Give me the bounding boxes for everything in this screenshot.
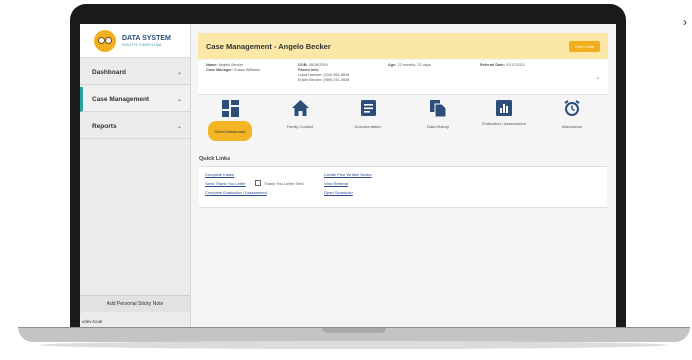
owl-logo-icon [94,29,116,52]
tile-label: Data History [426,124,449,129]
open-scheduler-link[interactable]: Open Scheduler [324,190,353,195]
sidebar-item-label: Dashboard [92,68,126,76]
thank-you-sent-checkbox[interactable]: Thank You Letter Sent [255,180,304,186]
case-manager-name: Susan Williams [234,68,261,72]
client-age-info: Age: 22 months, 21 days [388,63,431,68]
client-name-info: Name: Angelo Becker Case Manager: Susan … [206,63,260,73]
parent-2: Edwin Becker: (989) 231-9538 [298,78,350,82]
case-manager-label: Case Manager: [206,68,234,72]
dashboard-icon [200,98,260,118]
client-info-panel: Name: Angelo Becker Case Manager: Susan … [198,60,608,95]
page-title: Case Management - Angelo Becker [206,41,331,51]
app-screen: DATA SYSTEM SOUTH CAROLINA Dashboard ⌄ C… [80,24,616,330]
chevron-down-icon: ⌄ [176,123,182,130]
laptop-frame: DATA SYSTEM SOUTH CAROLINA Dashboard ⌄ C… [70,4,626,330]
sidebar-item-label: Reports [92,122,117,130]
name-label: Name: [206,63,218,67]
tile-attendance[interactable]: Attendance [542,98,602,129]
tile-label: Client Dashboard [208,121,252,141]
tile-evaluation-assessment[interactable]: Evaluation / Assessment [474,98,534,126]
sidebar-item-label: Case Management [92,95,150,103]
tile-data-history[interactable]: Data History [408,98,468,129]
dob-label: DOB: [298,63,308,67]
files-icon [408,98,468,118]
sidebar: DATA SYSTEM SOUTH CAROLINA Dashboard ⌄ C… [80,24,191,330]
tile-family-contact[interactable]: Family Contact [270,98,330,129]
sidebar-item-case-management[interactable]: Case Management ⌄ [80,87,190,112]
send-thank-you-link[interactable]: Send Thank You Letter [205,181,246,186]
age-value: 22 months, 21 days [397,63,431,67]
create-prior-written-notice-link[interactable]: Create Prior Written Notice [324,172,372,177]
chevron-down-icon[interactable]: ⌄ [595,74,600,81]
age-label: Age: [388,63,397,67]
navigation-tiles: Client Dashboard Family Contact Document… [198,98,608,158]
help-links-button[interactable]: Help Links [569,40,600,52]
logo[interactable]: DATA SYSTEM SOUTH CAROLINA [80,24,190,58]
client-dob-info: DOB: 05/18/2019 Parent Info: Luisa Hanso… [298,63,349,83]
add-sticky-note-button[interactable]: Add Personal Sticky Note [80,295,190,312]
bar-chart-icon [474,98,534,118]
logo-subtitle: SOUTH CAROLINA [122,41,162,47]
tile-client-dashboard[interactable]: Client Dashboard [200,98,260,141]
referral-info: Referral Date: 01/17/2021 [480,63,525,68]
view-referral-link[interactable]: View Referral [324,181,348,186]
referral-date-label: Referral Date: [480,63,505,67]
document-icon [338,98,398,118]
sidebar-item-dashboard[interactable]: Dashboard ⌄ [80,60,190,85]
tile-label: Attendance [561,124,583,129]
logo-title: DATA SYSTEM [122,34,171,42]
page-header: Case Management - Angelo Becker Help Lin… [198,33,608,59]
laptop-shadow [40,341,668,349]
environment-label: vdev-local [82,319,103,324]
tile-label: Family Contact [286,124,314,129]
parent-1: Luisa Hanson: (333) 960-8845 [298,73,350,77]
laptop-base [18,327,690,342]
dob-value: 05/18/2019 [308,63,328,67]
chevron-down-icon: ⌄ [176,69,182,76]
complete-intake-link[interactable]: Complete Intake [205,172,234,177]
alarm-clock-icon [542,98,602,118]
tile-documentation[interactable]: Documentation [338,98,398,129]
tile-label: Documentation [354,124,382,129]
checkbox-label: Thank You Letter Sent [264,180,304,186]
quick-links-title: Quick Links [199,156,231,162]
quick-links-box: Complete Intake Send Thank You Letter Th… [199,166,607,208]
referral-date-value: 01/17/2021 [505,63,525,67]
tile-label: Evaluation / Assessment [482,121,526,126]
home-icon [270,98,330,118]
client-name: Angelo Becker [218,63,244,67]
checkbox-icon [255,180,261,186]
complete-evaluation-link[interactable]: Complete Evaluation / Assessment [205,190,267,195]
sidebar-item-reports[interactable]: Reports ⌄ [80,114,190,139]
parent-info-label: Parent Info: [298,68,320,72]
chevron-down-icon: ⌄ [176,96,182,103]
laptop-notch [322,328,386,333]
chevron-right-icon: › [683,15,687,29]
main-content: Case Management - Angelo Becker Help Lin… [198,24,608,330]
